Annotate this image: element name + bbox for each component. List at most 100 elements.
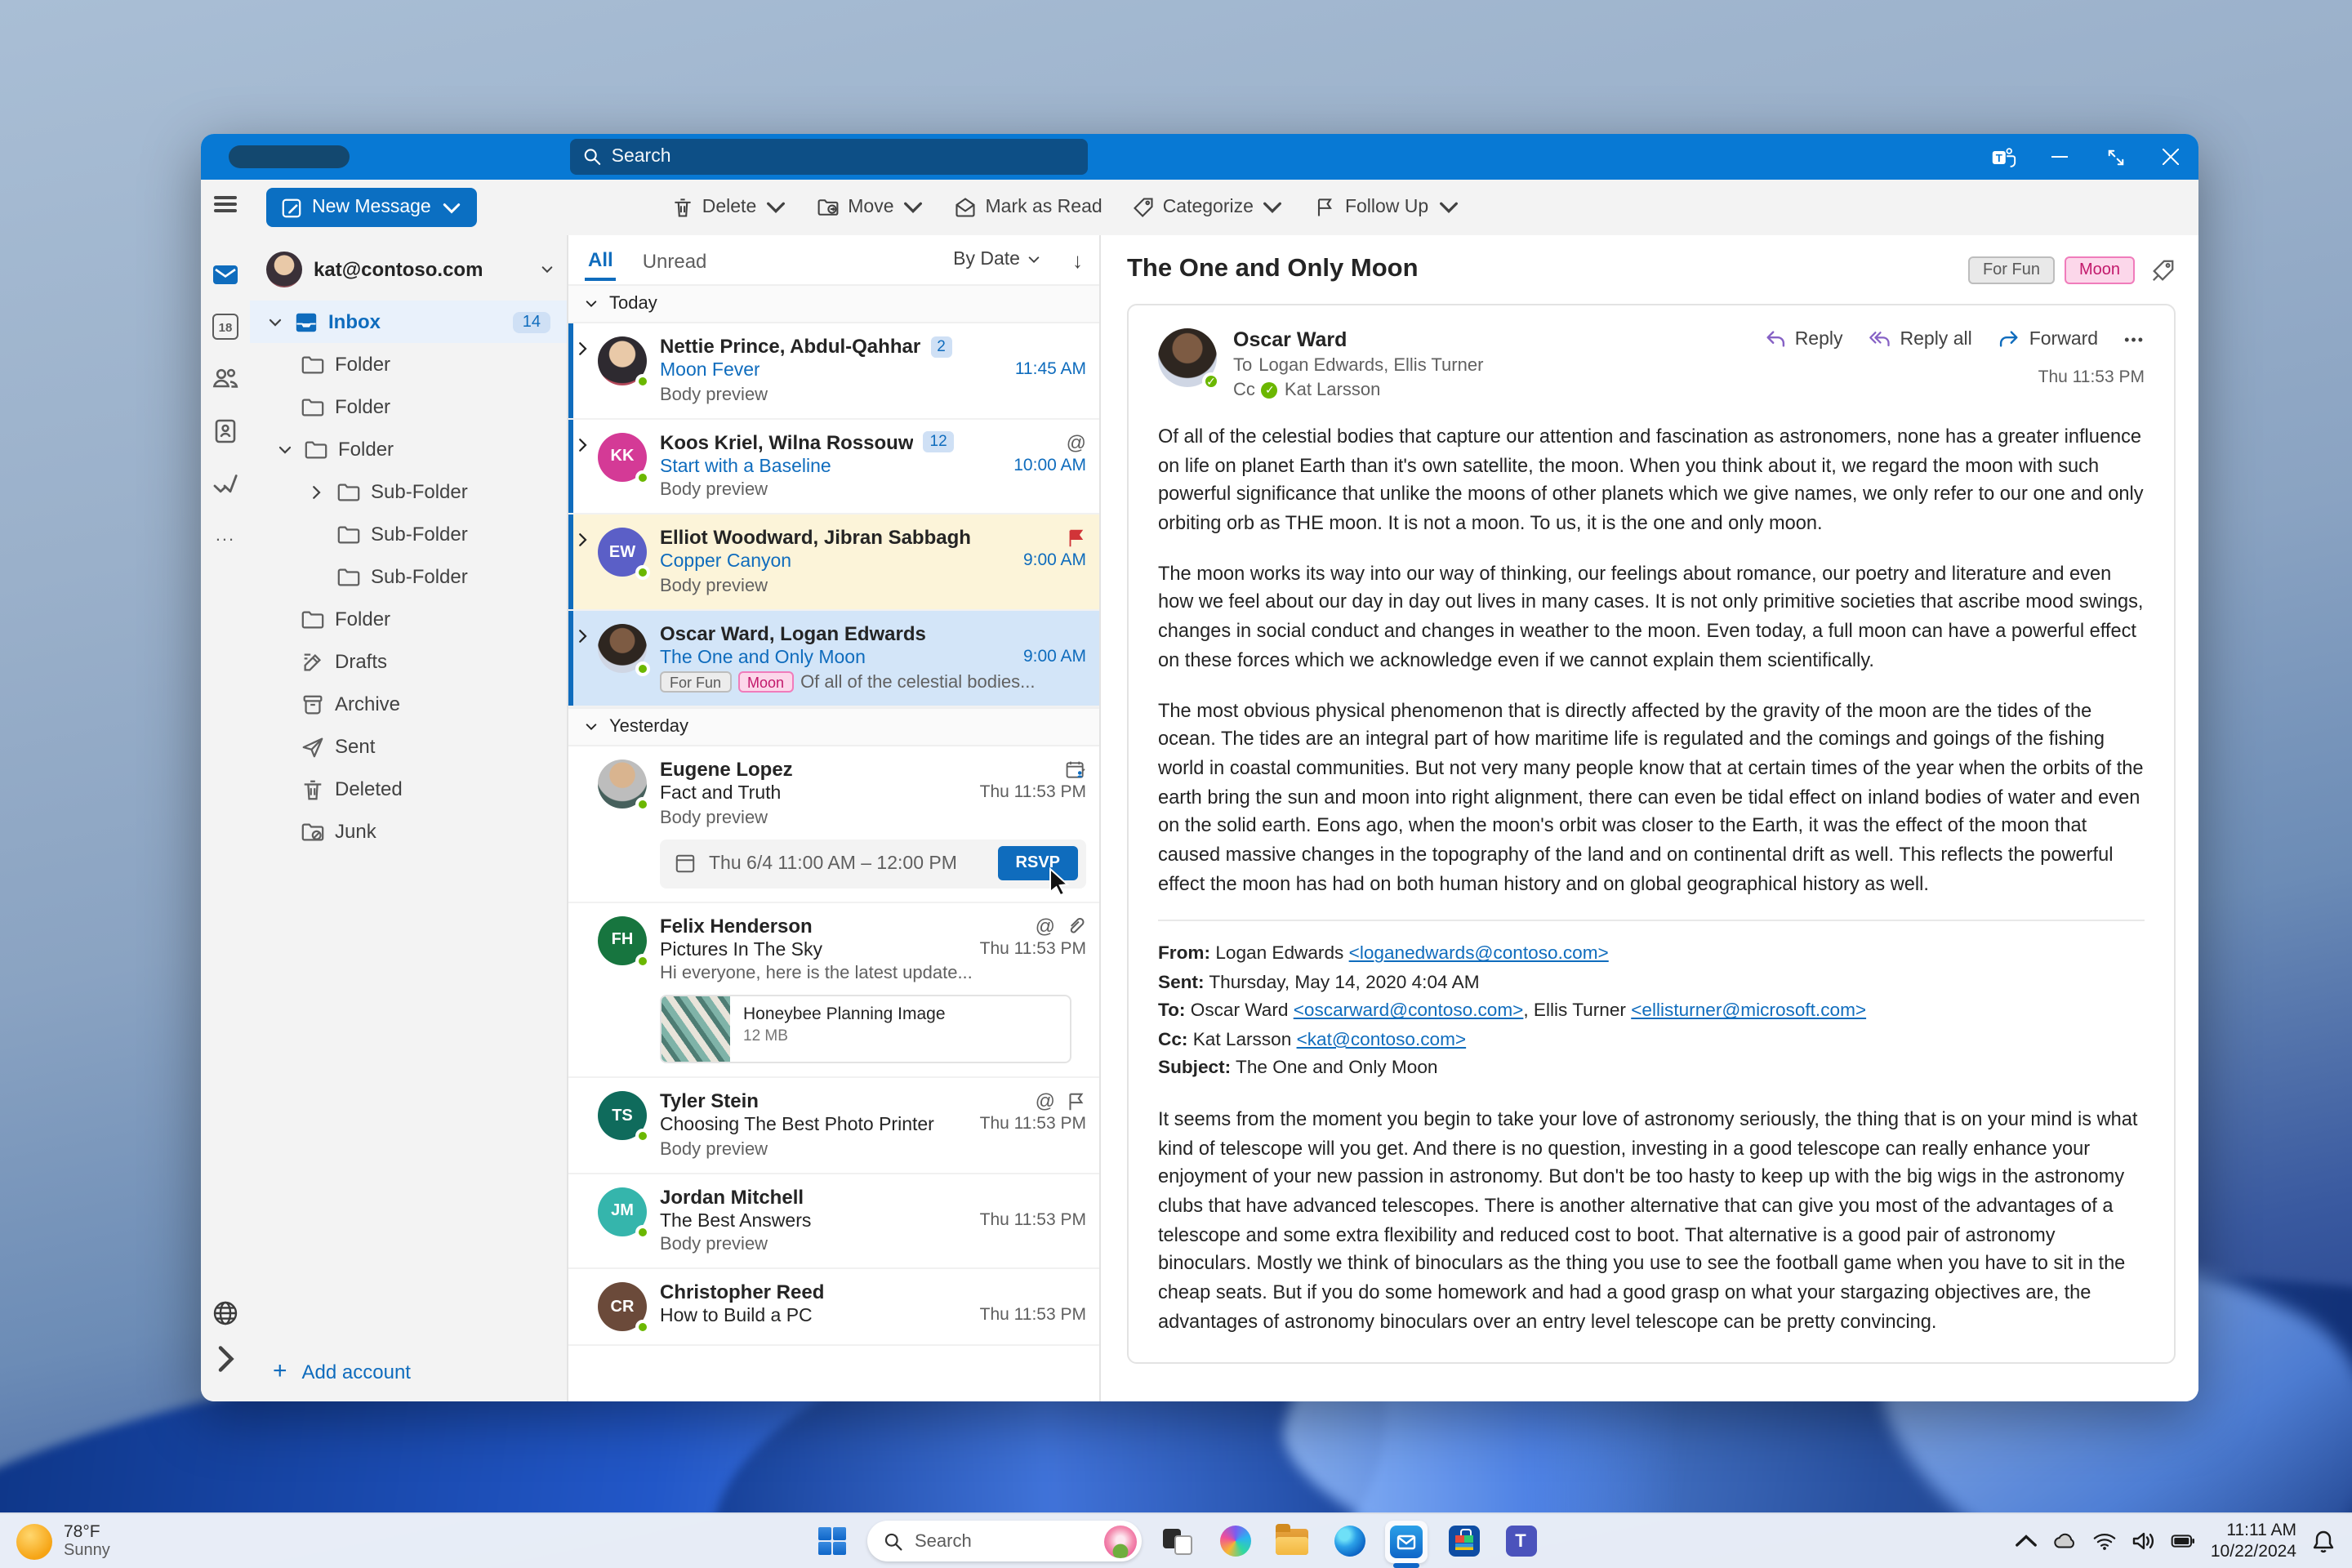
expand-chevron-icon[interactable] xyxy=(572,621,595,693)
teams-titlebar-icon[interactable]: T xyxy=(1976,134,2032,180)
taskbar-search[interactable] xyxy=(867,1521,1142,1561)
email-link[interactable]: <oscarward@contoso.com> xyxy=(1294,1002,1524,1022)
more-apps-icon[interactable]: ... xyxy=(211,521,240,550)
chevron-down-icon[interactable] xyxy=(267,314,282,329)
forward-button[interactable]: Forward xyxy=(1998,328,2098,351)
edge-button[interactable] xyxy=(1328,1520,1370,1562)
sidebar-item-deleted[interactable]: Deleted xyxy=(250,768,567,810)
volume-icon[interactable] xyxy=(2132,1529,2157,1553)
outlook-window: T 18 ... xyxy=(201,134,2198,1401)
reply-all-button[interactable]: Reply all xyxy=(1869,328,1972,351)
category-tag[interactable]: For Fun xyxy=(1967,256,2055,283)
email-link[interactable]: <kat@contoso.com> xyxy=(1297,1031,1467,1050)
paperclip-icon xyxy=(1070,917,1085,933)
add-account-button[interactable]: + Add account xyxy=(273,1357,411,1385)
maximize-button[interactable] xyxy=(2087,134,2143,180)
hamburger-menu-icon[interactable] xyxy=(214,196,237,212)
conversation-count-badge: 12 xyxy=(923,431,954,452)
move-button[interactable]: Move xyxy=(805,189,936,225)
expand-chevron-icon[interactable] xyxy=(572,335,595,404)
calendar-nav-icon[interactable]: 18 xyxy=(211,312,240,341)
sidebar-item-inbox[interactable]: Inbox 14 xyxy=(250,301,567,343)
expand-chevron-icon[interactable] xyxy=(572,526,595,595)
more-options-icon[interactable]: ••• xyxy=(2124,332,2145,348)
sidebar-item-folder[interactable]: Folder xyxy=(250,428,567,470)
sort-direction-icon[interactable]: ↓ xyxy=(1072,247,1083,272)
category-tag[interactable]: Moon xyxy=(737,671,795,693)
sidebar-item-sent[interactable]: Sent xyxy=(250,725,567,768)
delete-button[interactable]: Delete xyxy=(660,189,800,225)
sender-name[interactable]: Oscar Ward xyxy=(1233,328,1764,351)
mail-list-item[interactable]: FH Felix Henderson @ Pictures In The Sky T… xyxy=(568,902,1099,1078)
mail-list-item[interactable]: Nettie Prince, Abdul-Qahhar 2 Moon Fever 1… xyxy=(568,323,1099,419)
chevron-down-icon[interactable] xyxy=(277,442,292,457)
weather-widget[interactable]: 78°F Sunny xyxy=(16,1521,110,1560)
sort-by-date-dropdown[interactable]: By Date xyxy=(953,250,1040,270)
group-header-yesterday[interactable]: Yesterday xyxy=(568,707,1099,746)
group-header-today[interactable]: Today xyxy=(568,284,1099,323)
sidebar-item-folder[interactable]: Folder xyxy=(250,343,567,385)
mail-list-item-selected[interactable]: Oscar Ward, Logan Edwards The One and On… xyxy=(568,610,1099,707)
attachment-card[interactable]: Honeybee Planning Image 12 MB xyxy=(660,995,1071,1063)
taskbar-clock[interactable]: 11:11 AM 10/22/2024 xyxy=(2211,1521,2296,1561)
sidebar-item-subfolder[interactable]: Sub-Folder xyxy=(250,470,567,513)
message-card: ✓ Oscar Ward To Logan Edwards, Ellis Turn… xyxy=(1127,304,2176,1365)
teams-button[interactable]: T xyxy=(1499,1520,1542,1562)
new-message-button[interactable]: New Message xyxy=(266,188,477,227)
mail-list-item[interactable]: TS Tyler Stein @ Choosing The Best Photo … xyxy=(568,1078,1099,1174)
start-button[interactable] xyxy=(810,1520,853,1562)
reply-button[interactable]: Reply xyxy=(1764,328,1843,351)
category-tag[interactable]: Moon xyxy=(2064,256,2135,283)
mail-list-item[interactable]: EW Elliot Woodward, Jibran Sabbagh Coppe… xyxy=(568,514,1099,610)
task-view-button[interactable] xyxy=(1156,1520,1199,1562)
recipients[interactable]: Logan Edwards, Ellis Turner xyxy=(1258,356,1483,376)
email-link[interactable]: <ellisturner@microsoft.com> xyxy=(1631,1002,1866,1022)
sidebar-item-folder[interactable]: Folder xyxy=(250,598,567,640)
copilot-button[interactable] xyxy=(1214,1520,1256,1562)
minimize-button[interactable] xyxy=(2032,134,2087,180)
app-search-box[interactable] xyxy=(570,139,1088,175)
outlook-taskbar-button[interactable] xyxy=(1385,1520,1428,1567)
tab-unread[interactable]: Unread xyxy=(639,240,710,279)
globe-icon[interactable] xyxy=(211,1298,240,1328)
mail-nav-icon[interactable] xyxy=(211,260,240,289)
sidebar-item-archive[interactable]: Archive xyxy=(250,683,567,725)
cc-recipient[interactable]: Kat Larsson xyxy=(1285,381,1380,400)
microsoft-store-button[interactable] xyxy=(1442,1520,1485,1562)
sidebar-item-drafts[interactable]: Drafts xyxy=(250,640,567,683)
tag-icon[interactable] xyxy=(2151,257,2176,282)
wifi-icon[interactable] xyxy=(2093,1529,2118,1553)
mark-as-read-button[interactable]: Mark as Read xyxy=(943,189,1114,225)
notifications-bell-icon[interactable] xyxy=(2311,1529,2336,1553)
chevron-right-icon[interactable] xyxy=(312,484,322,499)
battery-icon[interactable] xyxy=(2172,1529,2196,1553)
flagged-icon[interactable] xyxy=(1065,527,1086,548)
rail-expand-chevron-icon[interactable] xyxy=(211,1344,240,1374)
app-search-input[interactable] xyxy=(611,147,1075,167)
email-link[interactable]: <loganedwards@contoso.com> xyxy=(1349,945,1609,964)
sidebar-item-junk[interactable]: Junk xyxy=(250,810,567,853)
mail-list-item[interactable]: KK Koos Kriel, Wilna Rossouw 12 @ Start wi… xyxy=(568,419,1099,514)
file-explorer-button[interactable] xyxy=(1271,1520,1313,1562)
taskbar-search-input[interactable] xyxy=(915,1531,1065,1551)
onedrive-icon[interactable] xyxy=(2054,1529,2078,1553)
mail-list-item[interactable]: JM Jordan Mitchell The Best Answers Thu 1… xyxy=(568,1174,1099,1269)
category-tag[interactable]: For Fun xyxy=(660,671,732,693)
close-button[interactable] xyxy=(2143,134,2198,180)
tray-chevron-up-icon[interactable] xyxy=(2015,1529,2039,1553)
contacts-nav-icon[interactable] xyxy=(211,416,240,446)
expand-chevron-icon[interactable] xyxy=(572,430,595,500)
sidebar-item-subfolder[interactable]: Sub-Folder xyxy=(250,513,567,555)
sidebar-item-folder[interactable]: Folder xyxy=(250,385,567,428)
people-nav-icon[interactable] xyxy=(211,364,240,394)
tab-all[interactable]: All xyxy=(585,238,617,281)
mail-list-item[interactable]: CR Christopher Reed How to Build a PC Thu… xyxy=(568,1269,1099,1346)
chevron-down-icon[interactable] xyxy=(541,263,554,276)
todo-nav-icon[interactable] xyxy=(211,469,240,498)
account-row[interactable]: kat@contoso.com xyxy=(250,245,567,301)
mail-list-item[interactable]: Eugene Lopez Fact and Truth Thu 11:53 PM … xyxy=(568,746,1099,902)
flag-outline-icon[interactable] xyxy=(1065,1090,1086,1111)
follow-up-button[interactable]: Follow Up xyxy=(1303,189,1471,225)
sidebar-item-subfolder[interactable]: Sub-Folder xyxy=(250,555,567,598)
categorize-button[interactable]: Categorize xyxy=(1120,189,1296,225)
